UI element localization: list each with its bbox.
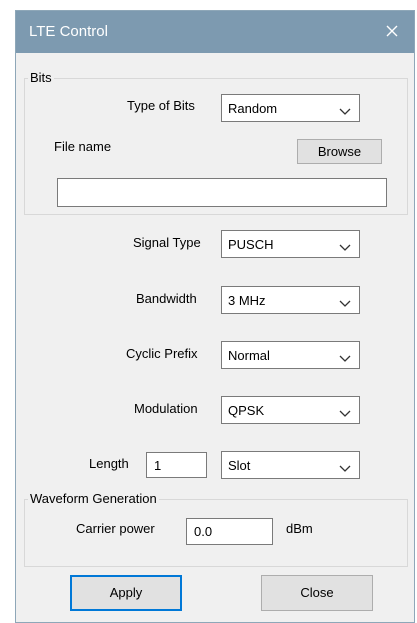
chevron-down-icon [339, 104, 351, 115]
chevron-down-icon [339, 461, 351, 472]
file-name-label: File name [54, 139, 112, 154]
chevron-down-icon [339, 240, 351, 251]
cyclic-prefix-select[interactable]: Normal [221, 341, 360, 369]
chevron-down-icon [339, 351, 351, 362]
close-button[interactable]: Close [261, 575, 373, 611]
bandwidth-select[interactable]: 3 MHz [221, 286, 360, 314]
bandwidth-label: Bandwidth [136, 291, 197, 306]
length-input[interactable]: 1 [146, 452, 207, 478]
browse-button[interactable]: Browse [297, 139, 382, 164]
window-title: LTE Control [29, 23, 108, 40]
bandwidth-value: 3 MHz [228, 293, 266, 308]
signal-type-label: Signal Type [133, 235, 201, 250]
length-label: Length [89, 456, 129, 471]
signal-type-value: PUSCH [228, 237, 274, 252]
close-icon[interactable] [378, 17, 406, 45]
modulation-label: Modulation [134, 401, 198, 416]
modulation-value: QPSK [228, 403, 265, 418]
carrier-power-unit: dBm [286, 521, 313, 536]
browse-button-label: Browse [317, 144, 362, 159]
chevron-down-icon [339, 296, 351, 307]
cyclic-prefix-label: Cyclic Prefix [126, 346, 198, 361]
carrier-power-value: 0.0 [194, 524, 213, 539]
file-name-input[interactable] [57, 178, 387, 207]
apply-button-label: Apply [109, 585, 143, 600]
apply-button[interactable]: Apply [70, 575, 182, 611]
title-bar: LTE Control [16, 11, 414, 53]
carrier-power-label: Carrier power [76, 521, 155, 536]
chevron-down-icon [339, 406, 351, 417]
close-button-label: Close [300, 585, 334, 600]
type-of-bits-label: Type of Bits [127, 98, 195, 113]
waveform-generation-group-label: Waveform Generation [28, 491, 159, 506]
length-value: 1 [154, 458, 162, 473]
signal-type-select[interactable]: PUSCH [221, 230, 360, 258]
lte-control-dialog: LTE Control Bits Type of Bits Random Fil… [15, 10, 415, 623]
modulation-select[interactable]: QPSK [221, 396, 360, 424]
bits-group-label: Bits [28, 70, 54, 85]
carrier-power-input[interactable]: 0.0 [186, 518, 273, 545]
type-of-bits-value: Random [228, 101, 278, 116]
cyclic-prefix-value: Normal [228, 348, 270, 363]
length-unit-select[interactable]: Slot [221, 451, 360, 479]
length-unit-value: Slot [228, 458, 251, 473]
type-of-bits-select[interactable]: Random [221, 94, 360, 122]
